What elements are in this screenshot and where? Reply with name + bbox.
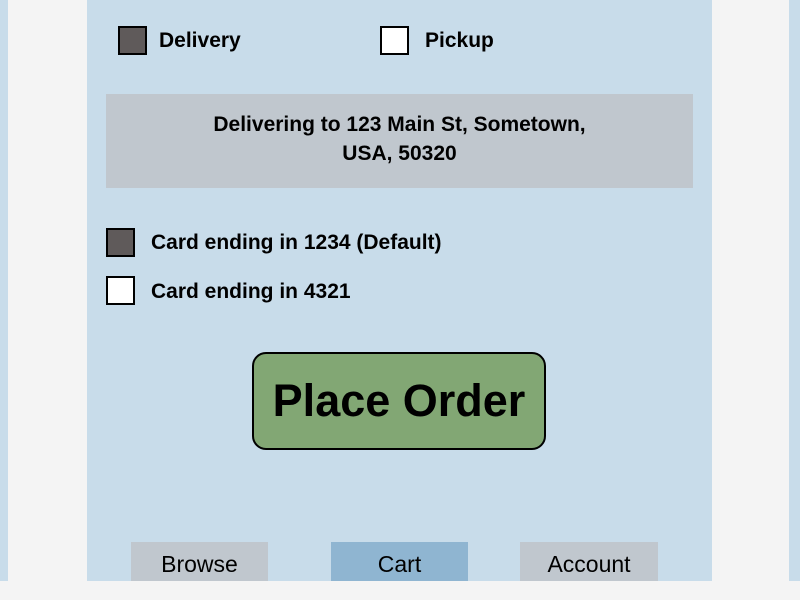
pickup-checkbox[interactable] [380, 26, 409, 55]
nav-account-button[interactable]: Account [520, 542, 658, 581]
delivery-address-line1: Delivering to 123 Main St, Sometown, [213, 113, 586, 136]
nav-cart-button[interactable]: Cart [331, 542, 468, 581]
card-1234-checkbox[interactable] [106, 228, 135, 257]
delivery-address-text: Delivering to 123 Main St, Sometown, USA… [106, 110, 693, 168]
delivery-checkbox[interactable] [118, 26, 147, 55]
delivery-address-line2: USA, 50320 [342, 142, 457, 165]
place-order-button[interactable]: Place Order [252, 352, 546, 450]
nav-browse-button[interactable]: Browse [131, 542, 268, 581]
right-edge-panel [789, 0, 800, 581]
pickup-label[interactable]: Pickup [425, 26, 494, 55]
card-4321-label[interactable]: Card ending in 4321 [151, 277, 351, 306]
card-1234-label[interactable]: Card ending in 1234 (Default) [151, 228, 442, 257]
card-4321-checkbox[interactable] [106, 276, 135, 305]
delivery-label[interactable]: Delivery [159, 26, 241, 55]
delivery-address-box: Delivering to 123 Main St, Sometown, USA… [106, 94, 693, 188]
left-edge-panel [0, 0, 8, 581]
